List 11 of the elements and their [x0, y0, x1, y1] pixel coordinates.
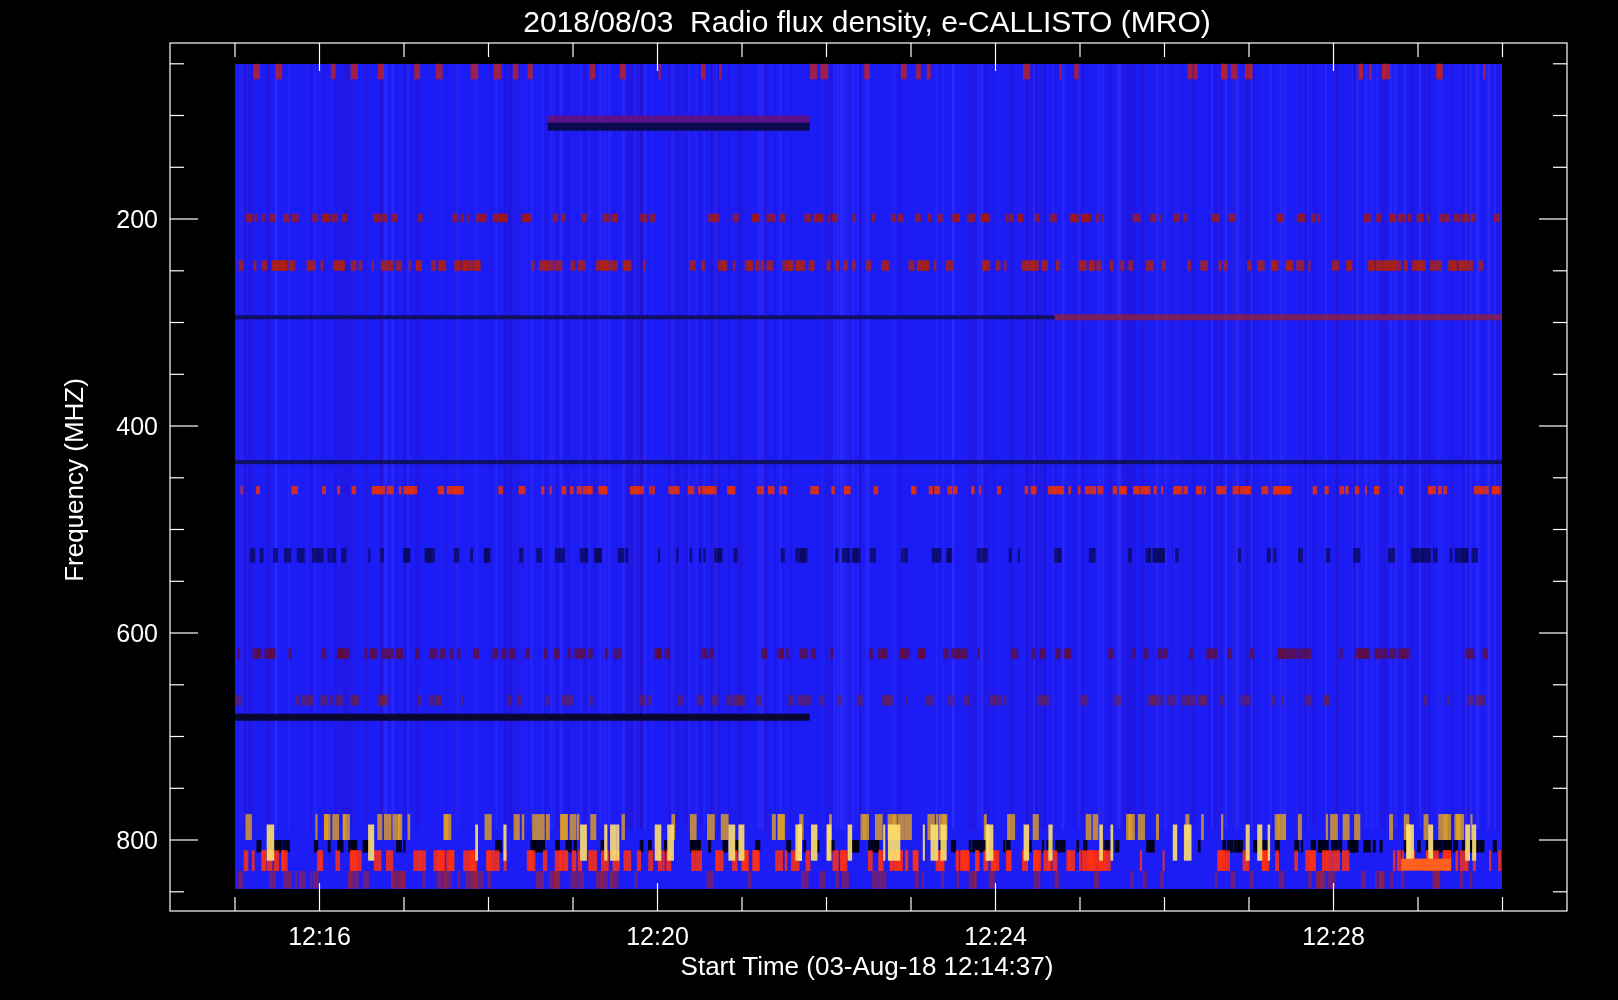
y-axis-label: Frequency (MHZ): [59, 378, 89, 582]
chart-title: 2018/08/03 Radio flux density, e-CALLISTO (MRO): [523, 5, 1211, 38]
x-tick-label: 12:16: [288, 922, 351, 950]
x-tick-label: 12:20: [626, 922, 689, 950]
y-tick-label: 600: [116, 619, 158, 647]
x-tick-label: 12:24: [964, 922, 1027, 950]
x-axis-label: Start Time (03-Aug-18 12:14:37): [680, 951, 1054, 981]
x-tick-label: 12:28: [1302, 922, 1365, 950]
y-tick-label: 400: [116, 412, 158, 440]
y-tick-label: 800: [116, 826, 158, 854]
y-tick-label: 200: [116, 205, 158, 233]
